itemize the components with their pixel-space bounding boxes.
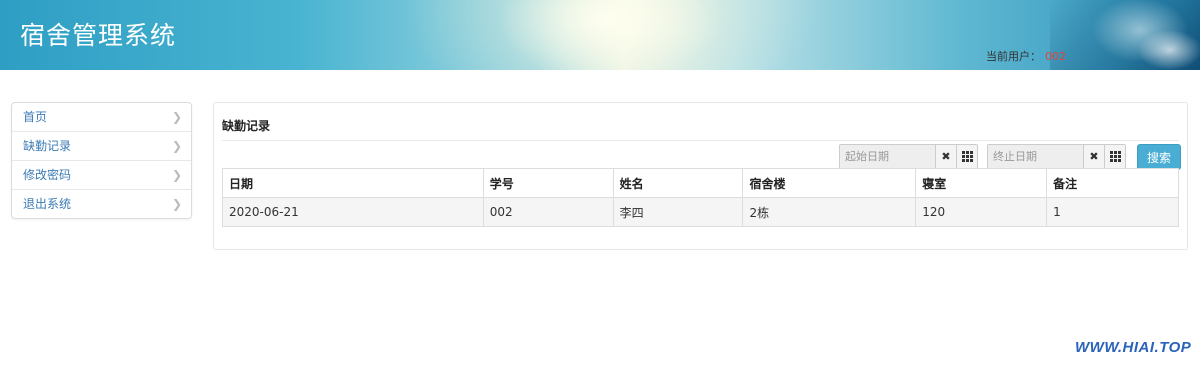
sidebar-menu: 首页 ❯ 缺勤记录 ❯ 修改密码 ❯ 退出系统 ❯ — [11, 102, 192, 219]
cell-student-id: 002 — [482, 197, 614, 227]
absence-records-table: 日期 学号 姓名 宿舍楼 寝室 备注 2020-06-21 002 李四 2栋 … — [222, 168, 1179, 227]
cell-building: 2栋 — [742, 197, 917, 227]
divider — [222, 140, 1179, 141]
search-button[interactable]: 搜索 — [1137, 144, 1181, 170]
chevron-right-icon: ❯ — [171, 110, 182, 124]
cell-name: 李四 — [612, 197, 744, 227]
sidebar-item-label: 修改密码 — [23, 168, 72, 182]
sidebar-item-label: 首页 — [23, 110, 48, 124]
clear-icon[interactable]: ✖ — [935, 145, 956, 168]
current-user-label: 当前用户： — [986, 50, 1041, 63]
cell-date: 2020-06-21 — [222, 197, 484, 227]
end-date-picker: ✖ — [987, 144, 1126, 169]
app-title: 宿舍管理系统 — [20, 21, 177, 50]
column-header-room: 寝室 — [915, 168, 1048, 198]
column-header-date: 日期 — [222, 168, 484, 198]
column-header-building: 宿舍楼 — [742, 168, 917, 198]
absence-records-panel: 缺勤记录 ✖ ✖ 搜索 日期 学号 姓名 宿舍楼 寝室 备注 — [213, 102, 1188, 250]
table-header-row: 日期 学号 姓名 宿舍楼 寝室 备注 — [222, 168, 1179, 198]
sidebar-item-label: 缺勤记录 — [23, 139, 72, 153]
column-header-student-id: 学号 — [482, 168, 614, 198]
end-date-input[interactable] — [988, 145, 1083, 168]
sidebar-item-home[interactable]: 首页 ❯ — [12, 103, 191, 131]
sidebar-item-change-password[interactable]: 修改密码 ❯ — [12, 160, 191, 189]
chevron-right-icon: ❯ — [171, 168, 182, 182]
watermark: WWW.HIAI.TOP — [1075, 339, 1192, 356]
calendar-grid-icon[interactable] — [1104, 145, 1125, 168]
sidebar-item-absence-records[interactable]: 缺勤记录 ❯ — [12, 131, 191, 160]
sidebar-item-label: 退出系统 — [23, 197, 72, 211]
panel-title: 缺勤记录 — [222, 119, 271, 133]
column-header-remark: 备注 — [1046, 168, 1179, 198]
start-date-input[interactable] — [840, 145, 935, 168]
wave-decoration — [1050, 0, 1200, 70]
current-user-info: 当前用户： 002 — [986, 48, 1066, 64]
column-header-name: 姓名 — [612, 168, 744, 198]
table-row: 2020-06-21 002 李四 2栋 120 1 — [222, 197, 1179, 227]
chevron-right-icon: ❯ — [171, 139, 182, 153]
clear-icon[interactable]: ✖ — [1083, 145, 1104, 168]
start-date-picker: ✖ — [839, 144, 978, 169]
chevron-right-icon: ❯ — [171, 197, 182, 211]
sidebar-item-logout[interactable]: 退出系统 ❯ — [12, 189, 191, 218]
cell-room: 120 — [915, 197, 1048, 227]
header-banner: 宿舍管理系统 当前用户： 002 — [0, 0, 1200, 70]
cell-remark: 1 — [1046, 197, 1179, 227]
calendar-grid-icon[interactable] — [956, 145, 977, 168]
current-user-value: 002 — [1045, 50, 1066, 63]
